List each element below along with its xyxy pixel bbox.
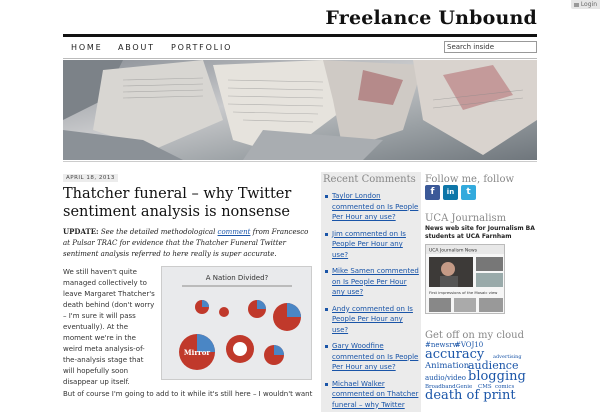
follow-title: Follow me, follow bbox=[425, 174, 515, 185]
update-label: UPDATE: bbox=[63, 227, 99, 236]
tag-link[interactable]: audio/video bbox=[425, 374, 466, 382]
recent-comment-item[interactable]: Gary Woodfine commented on Is People Per… bbox=[323, 341, 420, 373]
uca-thumb-caption: First impressions of the Mosaic view bbox=[429, 290, 497, 295]
content-divider bbox=[63, 161, 537, 162]
site-title[interactable]: Freelance Unbound bbox=[325, 7, 537, 29]
recent-comment-item[interactable]: Mike Samen commented on Is People Per Ho… bbox=[323, 266, 420, 298]
uca-subtitle[interactable]: News web site for Journalism BA students… bbox=[425, 225, 537, 241]
post-title[interactable]: Thatcher funeral – why Twitter sentiment… bbox=[63, 185, 313, 221]
uca-title: UCA Journalism bbox=[425, 213, 507, 224]
post-update-note: UPDATE: See the detailed methodological … bbox=[63, 226, 313, 260]
login-link[interactable]: Login bbox=[570, 0, 600, 9]
tag-link[interactable]: death of print bbox=[425, 388, 516, 403]
infographic-title: A Nation Divided? bbox=[206, 274, 269, 282]
nav-about[interactable]: ABOUT bbox=[118, 43, 155, 52]
tag-cloud-title: Get off on my cloud bbox=[425, 330, 525, 341]
post-body-paragraph-2: But of course I'm going to add to it whi… bbox=[63, 390, 313, 398]
comment-link[interactable]: comment bbox=[218, 228, 251, 236]
header-banner-image bbox=[63, 60, 537, 160]
recent-comment-item[interactable]: Andy commented on Is People Per Hour any… bbox=[323, 304, 420, 336]
tag-link[interactable]: Animation bbox=[425, 361, 469, 371]
post-date: APRIL 18, 2013 bbox=[63, 174, 118, 182]
nav-home[interactable]: HOME bbox=[71, 43, 102, 52]
recent-comments-list: Taylor London commented on Is People Per… bbox=[323, 191, 420, 416]
post-body-paragraph-1: We still haven't quite managed collectiv… bbox=[63, 268, 155, 386]
recent-comment-item[interactable]: Jim commented on Is People Per Hour any … bbox=[323, 229, 420, 261]
infographic-image[interactable]: A Nation Divided? Mirror bbox=[161, 266, 312, 380]
lock-icon bbox=[573, 2, 579, 7]
search-input[interactable]: Search inside bbox=[444, 41, 537, 53]
nav-portfolio[interactable]: PORTFOLIO bbox=[171, 43, 232, 52]
recent-comments-title: Recent Comments bbox=[323, 174, 416, 185]
twitter-icon[interactable]: t bbox=[461, 185, 476, 200]
uca-thumb-header: UCA Journalism News bbox=[429, 248, 478, 254]
uca-thumbnail[interactable]: UCA Journalism News First impressions of… bbox=[425, 244, 505, 314]
facebook-icon[interactable]: f bbox=[425, 185, 440, 200]
update-text-pre: See the detailed methodological bbox=[100, 228, 216, 236]
linkedin-icon[interactable]: in bbox=[443, 185, 458, 200]
recent-comment-item[interactable]: Taylor London commented on Is People Per… bbox=[323, 191, 420, 223]
recent-comment-item[interactable]: Michael Walker commented on Thatcher fun… bbox=[323, 379, 420, 411]
infographic-label: Mirror bbox=[184, 348, 210, 357]
tag-link[interactable]: blogging bbox=[468, 369, 526, 384]
